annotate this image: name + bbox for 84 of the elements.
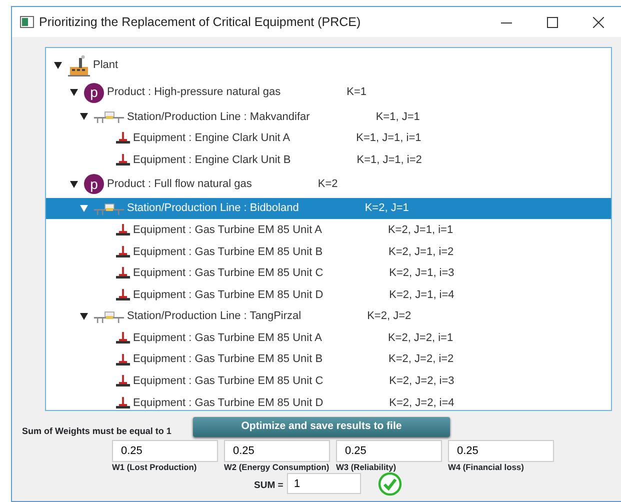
node-label: Station/Production Line : TangPirzal bbox=[127, 309, 302, 324]
node-label: Equipment : Gas Turbine EM 85 Unit C bbox=[133, 374, 324, 390]
pipeline-icon bbox=[94, 202, 124, 215]
weight-field[interactable]: 0.25 bbox=[112, 440, 218, 462]
tree-row[interactable]: Equipment : Gas Turbine EM 85 Unit B K=2, J=2, i=2 bbox=[46, 348, 611, 371]
node-index: K=2, J=2, i=2 bbox=[388, 352, 454, 368]
tree-row[interactable]: Equipment : Gas Turbine EM 85 Unit C K=2, J=1, i=3 bbox=[46, 262, 611, 284]
valve-icon bbox=[116, 354, 130, 366]
factory-icon bbox=[68, 54, 90, 76]
tree-row[interactable]: Station/Production Line : TangPirzal K=2, J=2 bbox=[46, 306, 611, 328]
tree-row[interactable]: p Product : Full flow natural gas K=2 bbox=[46, 170, 611, 198]
valve-icon bbox=[116, 267, 130, 280]
node-index: K=2, J=1, i=4 bbox=[389, 288, 454, 303]
product-icon: p bbox=[84, 174, 104, 194]
node-label: Equipment : Gas Turbine EM 85 Unit D bbox=[133, 288, 324, 303]
close-icon bbox=[592, 16, 604, 28]
node-label: Equipment : Gas Turbine EM 85 Unit B bbox=[133, 352, 323, 368]
valve-icon bbox=[116, 224, 130, 236]
sum-label: SUM = bbox=[254, 479, 284, 493]
valve-icon bbox=[116, 246, 130, 258]
app-icon bbox=[20, 16, 34, 28]
node-index: K=2 bbox=[318, 177, 338, 192]
tree-row[interactable]: Equipment : Engine Clark Unit B K=1, J=1, i=2 bbox=[46, 149, 611, 171]
node-index: K=2, J=1, i=1 bbox=[388, 222, 454, 238]
valve-icon bbox=[116, 288, 130, 301]
expanded-arrow-icon[interactable] bbox=[54, 62, 62, 69]
node-index: K=1, J=1, i=1 bbox=[356, 131, 422, 146]
node-index: K=2, J=1, i=2 bbox=[388, 244, 454, 260]
tree-row[interactable]: Equipment : Gas Turbine EM 85 Unit A K=2, J=1, i=1 bbox=[46, 219, 611, 241]
node-index: K=2, J=1 bbox=[364, 201, 409, 216]
node-label: Equipment : Gas Turbine EM 85 Unit C bbox=[133, 266, 324, 282]
expanded-arrow-icon[interactable] bbox=[80, 313, 88, 320]
pipeline-icon bbox=[94, 110, 124, 123]
tree-row[interactable]: p Product : High-pressure natural gas K=1 bbox=[46, 79, 611, 106]
node-label: Equipment : Gas Turbine EM 85 Unit A bbox=[133, 222, 322, 238]
tree-row[interactable]: Equipment : Engine Clark Unit A K=1, J=1, i=1 bbox=[46, 128, 611, 150]
weight-field[interactable]: 0.25 bbox=[448, 440, 554, 462]
tree-row[interactable]: Station/Production Line : Makvandifar K=1, J=1 bbox=[46, 106, 611, 128]
expanded-arrow-icon[interactable] bbox=[80, 113, 88, 120]
node-index: K=2, J=2, i=1 bbox=[388, 330, 454, 346]
node-index: K=2, J=2, i=4 bbox=[389, 396, 454, 411]
weight-field[interactable]: 0.25 bbox=[224, 440, 330, 462]
node-index: K=2, J=1, i=3 bbox=[389, 266, 454, 282]
node-label: Product : Full flow natural gas bbox=[107, 177, 252, 192]
node-index: K=2, J=2 bbox=[367, 309, 412, 324]
node-index: K=1, J=1, i=2 bbox=[356, 152, 422, 168]
node-label: Plant bbox=[93, 58, 118, 74]
weight-label: W1 (Lost Production) bbox=[112, 462, 198, 472]
weights-note: Sum of Weights must be equal to 1 bbox=[22, 425, 172, 438]
maximize-icon bbox=[546, 16, 558, 28]
pipeline-icon bbox=[94, 310, 124, 323]
tree-row[interactable]: Equipment : Gas Turbine EM 85 Unit C K=2, J=2, i=3 bbox=[46, 370, 611, 392]
node-label: Product : High-pressure natural gas bbox=[107, 85, 281, 100]
valve-icon bbox=[116, 332, 130, 344]
node-label: Station/Production Line : Bidboland bbox=[127, 201, 299, 216]
node-label: Equipment : Gas Turbine EM 85 Unit B bbox=[133, 244, 323, 260]
tree-row[interactable]: Plant bbox=[46, 52, 611, 79]
tree-row[interactable]: Equipment : Gas Turbine EM 85 Unit D K=2, J=1, i=4 bbox=[46, 284, 611, 306]
optimize-button[interactable]: Optimize and save results to file bbox=[193, 417, 450, 437]
valve-icon bbox=[116, 132, 130, 144]
node-label: Equipment : Gas Turbine EM 85 Unit D bbox=[133, 396, 324, 411]
weight-field[interactable]: 0.25 bbox=[336, 440, 442, 462]
node-label: Station/Production Line : Makvandifar bbox=[127, 110, 310, 125]
tree-row[interactable]: Equipment : Gas Turbine EM 85 Unit D K=2, J=2, i=4 bbox=[46, 392, 611, 414]
expanded-arrow-icon[interactable] bbox=[70, 89, 78, 96]
tree-row[interactable]: Station/Production Line : Bidboland K=2, J=1 bbox=[46, 198, 611, 220]
sum-field[interactable]: 1 bbox=[287, 473, 361, 494]
node-index: K=1 bbox=[346, 85, 367, 100]
window-title: Prioritizing the Replacement of Critical Equipment (PRCE) bbox=[39, 14, 362, 31]
valve-icon bbox=[116, 154, 130, 166]
weight-label: W3 (Reliability) bbox=[336, 462, 398, 472]
node-label: Equipment : Gas Turbine EM 85 Unit A bbox=[133, 330, 322, 346]
product-icon: p bbox=[84, 82, 104, 102]
valve-icon bbox=[116, 375, 130, 388]
tree-row[interactable]: Equipment : Gas Turbine EM 85 Unit A K=2, J=2, i=1 bbox=[46, 327, 611, 349]
node-label: Equipment : Engine Clark Unit B bbox=[133, 152, 291, 168]
weight-label: W4 (Financial loss) bbox=[448, 462, 525, 472]
expanded-arrow-icon[interactable] bbox=[70, 180, 78, 188]
node-index: K=1, J=1 bbox=[376, 110, 420, 125]
node-index: K=2, J=2, i=3 bbox=[389, 374, 454, 390]
tree-row[interactable]: Equipment : Gas Turbine EM 85 Unit B K=2, J=1, i=2 bbox=[46, 240, 611, 263]
valve-icon bbox=[116, 396, 130, 409]
node-label: Equipment : Engine Clark Unit A bbox=[133, 131, 290, 146]
weight-label: W2 (Energy Consumption) bbox=[224, 462, 330, 472]
